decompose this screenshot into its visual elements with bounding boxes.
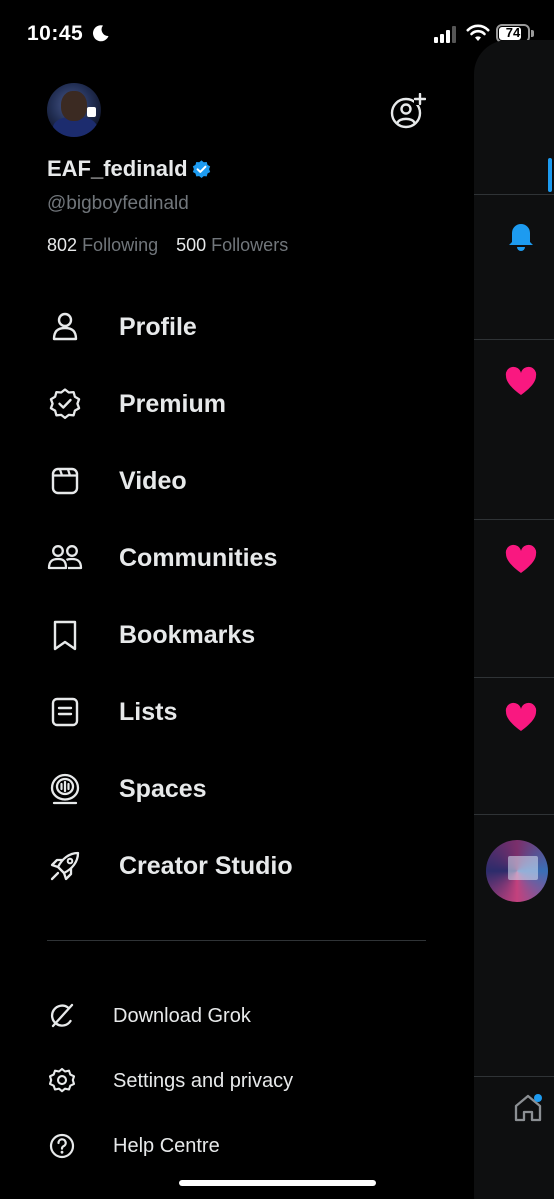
heart-icon	[505, 702, 537, 731]
menu-item-help-centre[interactable]: Help Centre	[0, 1124, 470, 1168]
bookmark-icon	[53, 620, 77, 651]
following-link[interactable]: 802 Following	[47, 235, 158, 255]
add-account-icon[interactable]	[388, 93, 426, 131]
spaces-icon	[50, 773, 80, 805]
person-icon	[52, 312, 78, 341]
followers-link[interactable]: 500 Followers	[176, 235, 288, 255]
battery-level: 74	[505, 25, 521, 40]
bell-icon	[509, 224, 533, 251]
menu-item-label: Profile	[119, 312, 197, 341]
following-count: 802	[47, 235, 78, 255]
menu-item-label: Creator Studio	[119, 851, 293, 880]
notification-image-thumbnail	[486, 840, 548, 902]
menu-item-label: Bookmarks	[119, 620, 256, 649]
followers-count: 500	[176, 235, 207, 255]
menu-item-communities[interactable]: Communities	[0, 530, 470, 586]
menu-item-label: Spaces	[119, 774, 207, 803]
verified-badge-outline-icon	[49, 388, 81, 420]
menu-item-lists[interactable]: Lists	[0, 684, 470, 740]
follow-stats: 802 Following 500 Followers	[47, 235, 288, 256]
avatar[interactable]	[47, 83, 101, 137]
menu-item-label: Settings and privacy	[113, 1069, 294, 1092]
menu-item-bookmarks[interactable]: Bookmarks	[0, 607, 470, 663]
active-tab-indicator	[548, 158, 552, 192]
grok-icon	[50, 1003, 74, 1028]
menu-item-label: Premium	[119, 389, 226, 418]
following-label: Following	[82, 235, 159, 255]
status-time: 10:45	[27, 22, 84, 45]
wifi-icon	[466, 24, 490, 41]
heart-icon	[505, 544, 537, 573]
menu-item-video[interactable]: Video	[0, 453, 470, 509]
followers-label: Followers	[211, 235, 289, 255]
settings-icon	[48, 1067, 76, 1093]
menu-divider	[47, 940, 426, 941]
background-notifications-panel[interactable]	[474, 40, 554, 1199]
menu-item-label: Video	[119, 466, 187, 495]
menu-item-download-grok[interactable]: Download Grok	[0, 994, 470, 1038]
heart-icon	[505, 366, 537, 395]
help-icon	[49, 1133, 75, 1159]
status-bar: 10:45 74	[0, 0, 554, 70]
moon-icon	[92, 25, 109, 42]
verified-badge-icon	[192, 160, 211, 178]
video-icon	[51, 467, 79, 495]
menu-item-profile[interactable]: Profile	[0, 299, 470, 355]
home-notification-dot	[534, 1094, 542, 1102]
menu-item-premium[interactable]: Premium	[0, 376, 470, 432]
menu-item-label: Lists	[119, 697, 178, 726]
display-name[interactable]: EAF_fedinald	[47, 156, 188, 182]
list-icon	[51, 697, 79, 727]
rocket-icon	[50, 851, 80, 881]
menu-item-spaces[interactable]: Spaces	[0, 761, 470, 817]
home-indicator[interactable]	[179, 1180, 376, 1186]
menu-item-label: Help Centre	[113, 1134, 220, 1157]
menu-item-label: Communities	[119, 543, 278, 572]
communities-icon	[47, 545, 83, 570]
menu-item-creator-studio[interactable]: Creator Studio	[0, 838, 470, 894]
menu-item-label: Download Grok	[113, 1004, 251, 1027]
account-handle: @bigboyfedinald	[47, 193, 189, 214]
cellular-signal-icon	[434, 26, 456, 43]
menu-item-settings[interactable]: Settings and privacy	[0, 1059, 470, 1103]
